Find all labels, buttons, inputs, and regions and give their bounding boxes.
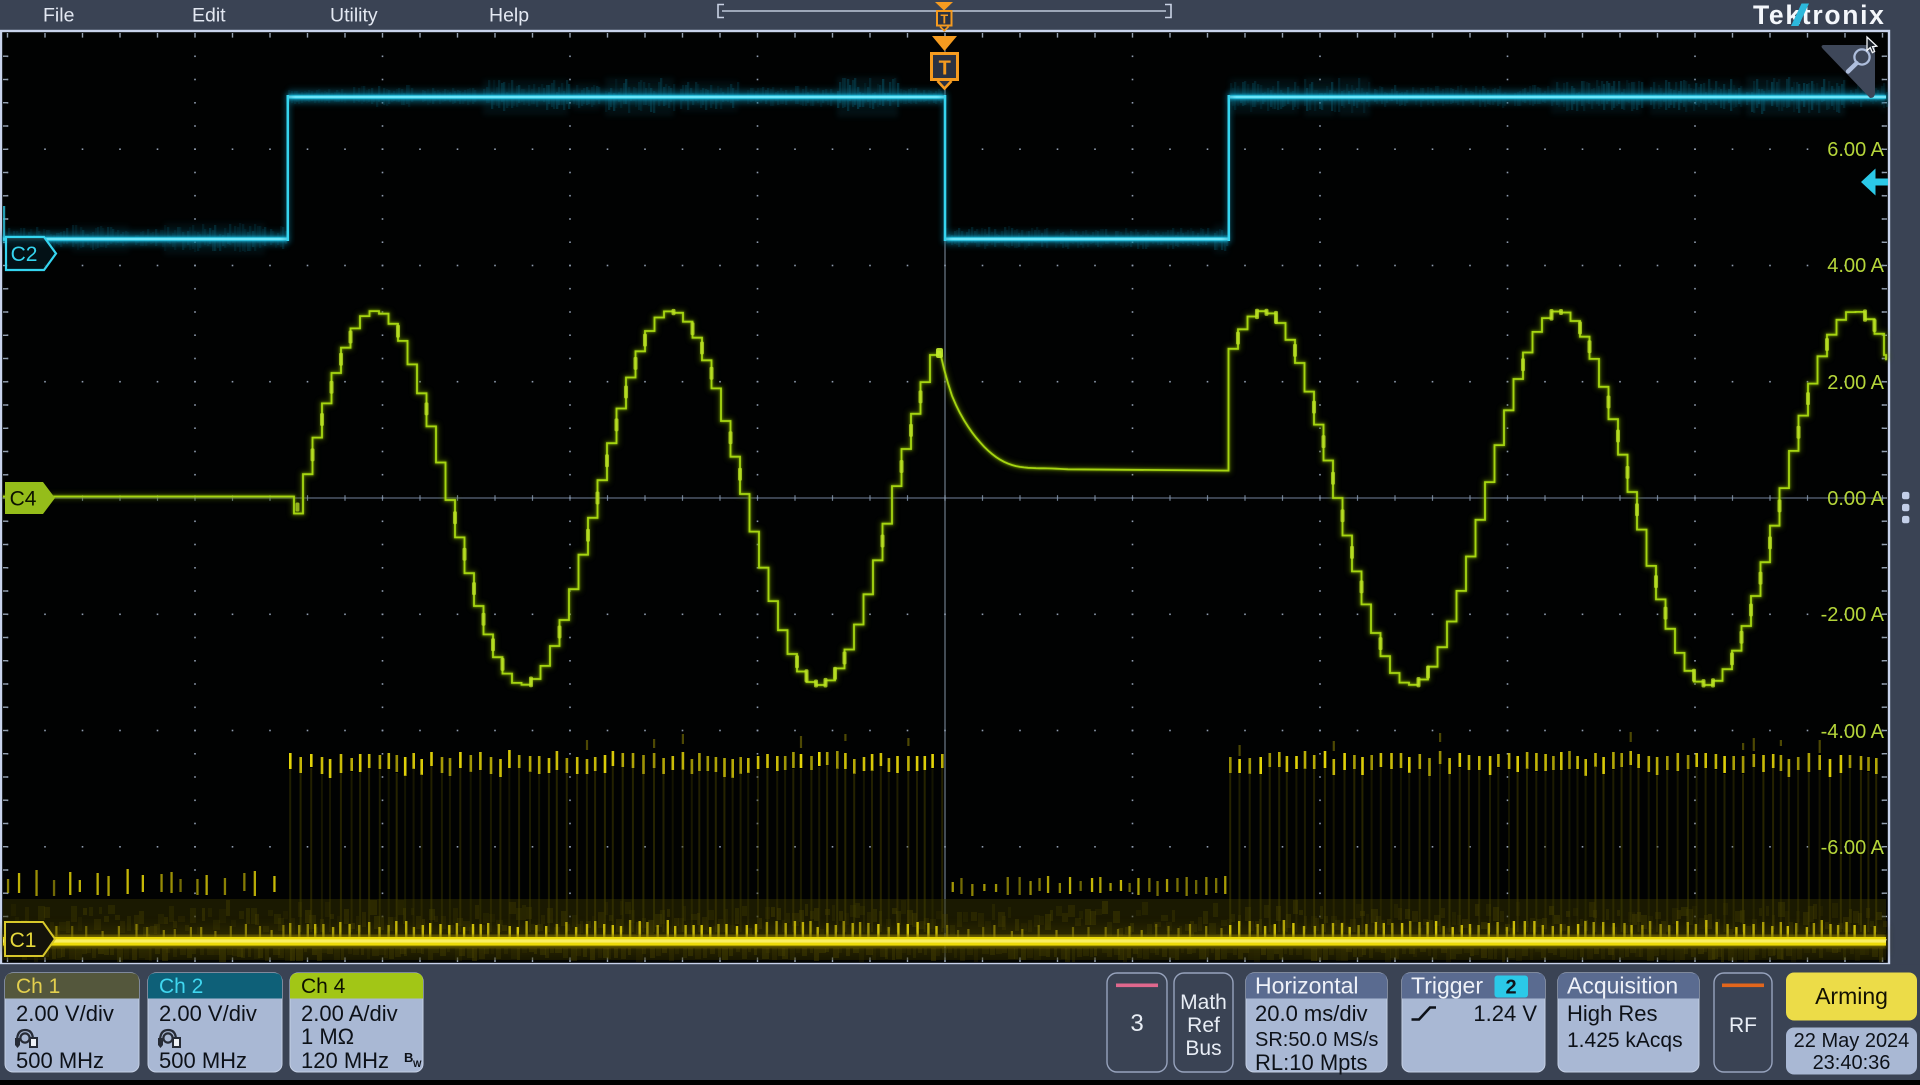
svg-text:RL:10 Mpts: RL:10 Mpts — [1255, 1050, 1368, 1075]
svg-text:Horizontal: Horizontal — [1255, 973, 1359, 999]
svg-text:C2: C2 — [11, 243, 38, 266]
svg-text:Ch 1: Ch 1 — [16, 975, 60, 998]
svg-text:Tektronix: Tektronix — [1753, 0, 1886, 30]
svg-text:High Res: High Res — [1567, 1001, 1657, 1026]
svg-text:Ch 2: Ch 2 — [159, 975, 203, 998]
svg-text:Arming: Arming — [1815, 983, 1888, 1009]
svg-text:Edit: Edit — [192, 5, 226, 27]
svg-text:1.24 V: 1.24 V — [1473, 1001, 1537, 1026]
svg-text:T: T — [939, 58, 951, 80]
svg-text:3: 3 — [1130, 1010, 1143, 1037]
svg-text:File: File — [43, 5, 74, 27]
svg-text:22 May 2024: 22 May 2024 — [1794, 1030, 1910, 1052]
svg-text:RF: RF — [1729, 1014, 1757, 1037]
svg-text:0.00 A: 0.00 A — [1827, 488, 1884, 510]
svg-text:Math: Math — [1180, 991, 1227, 1014]
svg-text:W: W — [413, 1059, 422, 1069]
svg-text:500 MHz: 500 MHz — [159, 1048, 247, 1073]
svg-text:-6.00 A: -6.00 A — [1821, 837, 1885, 859]
svg-text:2.00 A: 2.00 A — [1827, 372, 1884, 394]
svg-text:Ref: Ref — [1187, 1014, 1220, 1037]
svg-text:4.00 A: 4.00 A — [1827, 255, 1884, 277]
svg-text:1 MΩ: 1 MΩ — [301, 1024, 354, 1049]
svg-text:-4.00 A: -4.00 A — [1821, 721, 1885, 743]
svg-text:Ch 4: Ch 4 — [301, 975, 346, 998]
svg-text:20.0 ms/div: 20.0 ms/div — [1255, 1001, 1368, 1026]
svg-text:T: T — [940, 13, 948, 27]
svg-text:2.00 V/div: 2.00 V/div — [16, 1001, 114, 1026]
svg-text:120 MHz: 120 MHz — [301, 1048, 389, 1073]
svg-text:Utility: Utility — [330, 5, 378, 27]
svg-text:C4: C4 — [10, 488, 37, 511]
svg-text:23:40:36: 23:40:36 — [1813, 1052, 1891, 1074]
svg-text:6.00 A: 6.00 A — [1827, 139, 1884, 161]
svg-text:2.00 A/div: 2.00 A/div — [301, 1001, 398, 1026]
svg-text:-2.00 A: -2.00 A — [1821, 604, 1885, 626]
svg-text:1.425 kAcqs: 1.425 kAcqs — [1567, 1029, 1683, 1052]
svg-text:2.00 V/div: 2.00 V/div — [159, 1001, 257, 1026]
svg-text:Bus: Bus — [1185, 1037, 1221, 1060]
svg-text:Trigger: Trigger — [1411, 973, 1483, 999]
svg-text:B: B — [404, 1050, 413, 1065]
svg-text:C1: C1 — [10, 929, 37, 952]
svg-text:2: 2 — [1505, 977, 1516, 999]
svg-text:SR:50.0 MS/s: SR:50.0 MS/s — [1255, 1029, 1378, 1051]
svg-text:Acquisition: Acquisition — [1567, 973, 1678, 999]
svg-text:Help: Help — [489, 5, 529, 27]
svg-text:500 MHz: 500 MHz — [16, 1048, 104, 1073]
